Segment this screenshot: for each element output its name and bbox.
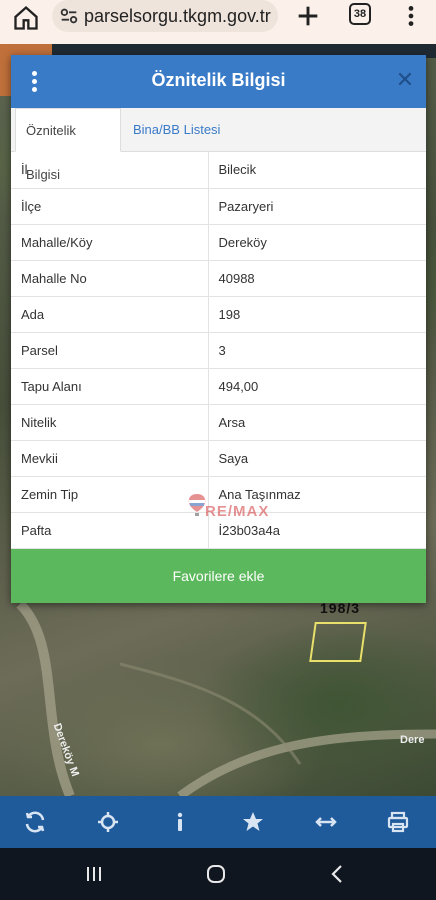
attribute-key: Mevkii <box>11 440 209 477</box>
table-row: Mevkii Saya <box>11 440 426 477</box>
measure-icon[interactable] <box>314 810 338 834</box>
info-icon[interactable] <box>168 810 192 834</box>
attribute-table: İl Bilecik İlçe Pazaryeri Mahalle/Köy Dereköy… <box>11 152 426 549</box>
address-bar[interactable]: parselsorgu.tkgm.gov.tr <box>52 0 278 32</box>
attribute-value: Pazaryeri <box>208 188 426 225</box>
attribute-key: Mahalle/Köy <box>11 224 209 261</box>
attribute-key: İl <box>11 152 209 189</box>
attribute-key: Zemin Tip <box>11 476 209 513</box>
attribute-key: Tapu Alanı <box>11 368 209 405</box>
browser-menu-icon[interactable] <box>398 2 424 30</box>
attribute-value: 3 <box>208 332 426 369</box>
attribute-value: 494,00 <box>208 368 426 405</box>
table-row: Mahalle/Köy Dereköy <box>11 224 426 261</box>
site-settings-icon[interactable] <box>58 5 80 27</box>
table-row: İl Bilecik <box>11 152 426 189</box>
map-toolbar <box>0 796 436 848</box>
attribute-key: Nitelik <box>11 404 209 441</box>
back-nav-icon[interactable] <box>326 862 350 886</box>
parcel-outline[interactable] <box>309 622 367 662</box>
tab-building-list[interactable]: Bina/BB Listesi <box>123 108 230 152</box>
new-tab-icon[interactable] <box>294 2 322 30</box>
attribute-value: Arsa <box>208 404 426 441</box>
modal-title: Öznitelik Bilgisi <box>151 70 286 90</box>
attribute-key: Mahalle No <box>11 260 209 297</box>
watermark-text: RE/MAX <box>205 503 270 520</box>
url-text: parselsorgu.tkgm.gov.tr <box>84 6 271 26</box>
road-label: Dere <box>400 734 425 746</box>
attribute-value: Saya <box>208 440 426 477</box>
system-navigation-bar <box>0 848 436 900</box>
print-icon[interactable] <box>386 810 410 834</box>
home-icon[interactable] <box>12 4 40 32</box>
tab-attribute-info[interactable]: Öznitelik Bilgisi <box>15 108 121 182</box>
tab-switcher-button[interactable]: 38 <box>349 3 371 25</box>
table-row: Nitelik Arsa <box>11 404 426 441</box>
modal-tabs: Öznitelik Bilgisi Bina/BB Listesi <box>11 108 426 182</box>
close-icon[interactable]: ✕ <box>394 69 416 91</box>
table-row: Ada 198 <box>11 296 426 333</box>
table-row: Parsel 3 <box>11 332 426 369</box>
locate-icon[interactable] <box>96 810 120 834</box>
attribute-key: Pafta <box>11 512 209 549</box>
attribute-key: İlçe <box>11 188 209 225</box>
table-row: İlçe Pazaryeri <box>11 188 426 225</box>
attribute-key: Ada <box>11 296 209 333</box>
home-nav-icon[interactable] <box>204 862 228 886</box>
recent-apps-icon[interactable] <box>82 862 106 886</box>
refresh-icon[interactable] <box>23 810 47 834</box>
attribute-value: 40988 <box>208 260 426 297</box>
browser-toolbar: parselsorgu.tkgm.gov.tr 38 <box>0 0 436 44</box>
attribute-value: Dereköy <box>208 224 426 261</box>
table-row: Tapu Alanı 494,00 <box>11 368 426 405</box>
balloon-logo-icon <box>188 494 206 516</box>
add-to-favorites-button[interactable]: Favorilere ekle <box>11 549 426 603</box>
attribute-key: Parsel <box>11 332 209 369</box>
star-icon[interactable] <box>241 810 265 834</box>
attribute-value: Bilecik <box>208 152 426 189</box>
attribute-info-modal: Öznitelik Bilgisi ✕ Öznitelik Bilgisi Bi… <box>11 55 426 603</box>
modal-header: Öznitelik Bilgisi ✕ <box>11 55 426 108</box>
attribute-value: 198 <box>208 296 426 333</box>
table-row: Mahalle No 40988 <box>11 260 426 297</box>
remax-watermark: RE/MAX <box>187 493 277 523</box>
